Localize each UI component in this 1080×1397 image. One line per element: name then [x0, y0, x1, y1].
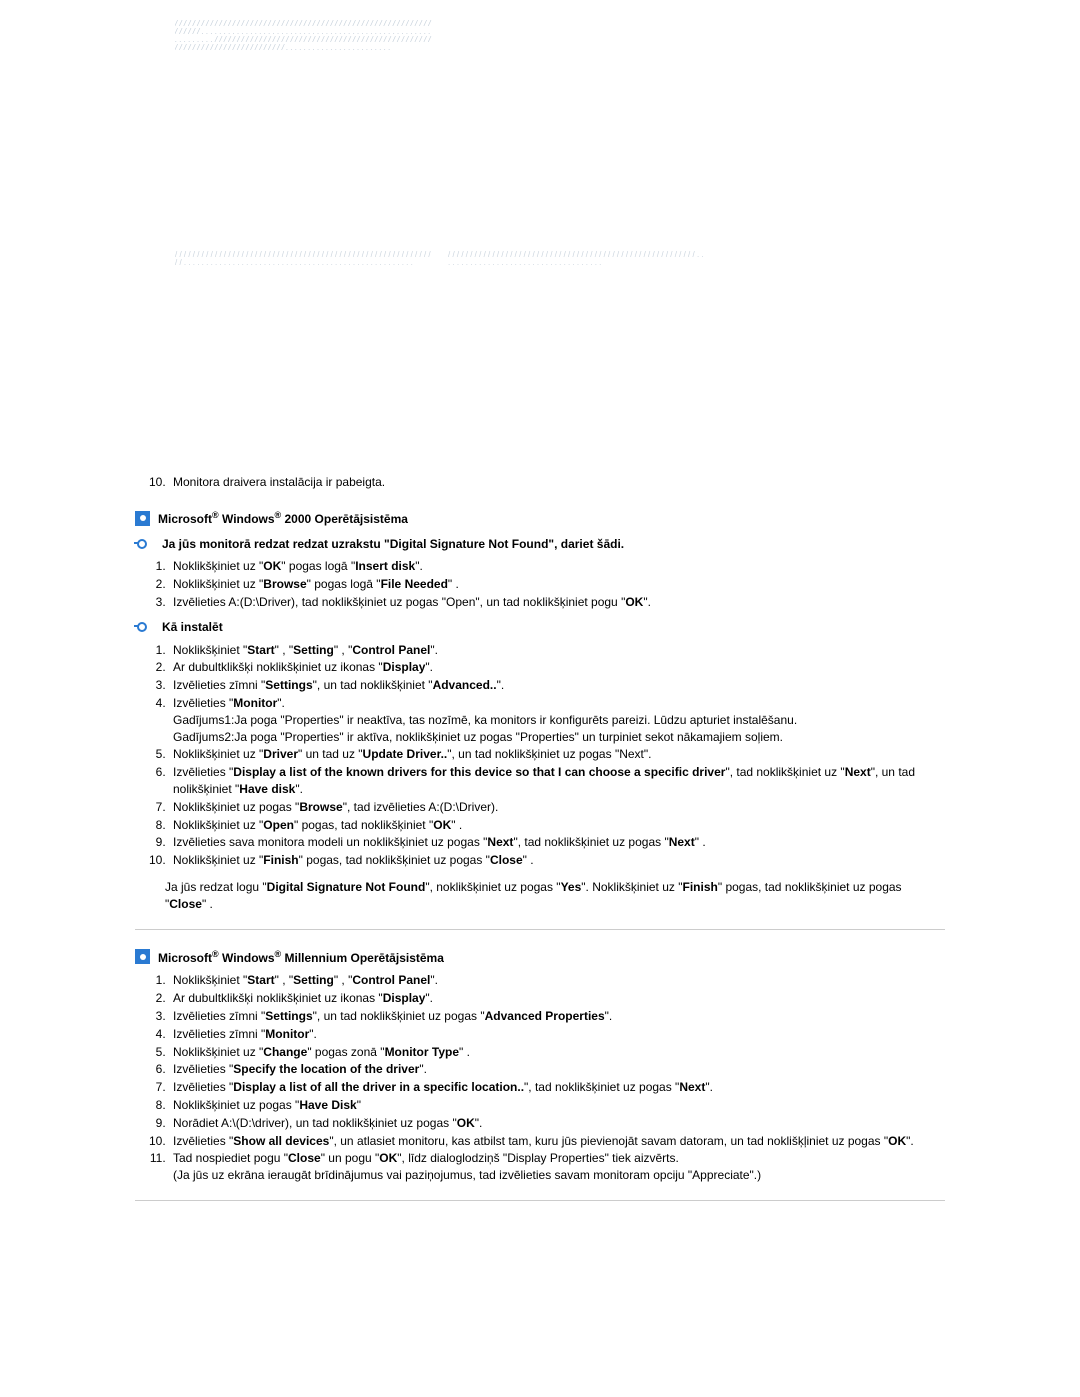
- step-item: Norādiet A:\(D:\driver), un tad noklikšķ…: [169, 1115, 945, 1132]
- step-item: Noklikšķiniet "Start" , "Setting" , "Con…: [169, 972, 945, 989]
- sub-heading-install: Kā instalēt: [135, 619, 945, 636]
- step-item: Izvēlieties zīmni "Settings", un tad nok…: [169, 1008, 945, 1025]
- sub-title: Kā instalēt: [162, 619, 223, 636]
- step-item: Izvēlieties "Display a list of the known…: [169, 764, 945, 798]
- step-item: Izvēlieties "Display a list of all the d…: [169, 1079, 945, 1096]
- section-heading-win2000: Microsoft® Windows® 2000 Operētājsistēma: [135, 509, 945, 528]
- step-item: Izvēlieties sava monitora modeli un nokl…: [169, 834, 945, 851]
- page-content: / / / / / / / / / / / / / / / / / / / / …: [135, 20, 945, 1201]
- screenshot-placeholder: / / / / / / / / / / / / / / / / / / / / …: [175, 20, 433, 235]
- step-item: Noklikšķiniet uz "Finish" pogas, tad nok…: [169, 852, 945, 869]
- section-title: Microsoft® Windows® Millennium Operētājs…: [158, 948, 444, 967]
- section-bullet-icon: [135, 949, 150, 964]
- step-item: Izvēlieties zīmni "Monitor".: [169, 1026, 945, 1043]
- section-title: Microsoft® Windows® 2000 Operētājsistēma: [158, 509, 408, 528]
- sub-heading-signature: Ja jūs monitorā redzat redzat uzrakstu "…: [135, 536, 945, 553]
- step-item: Noklikšķiniet uz "Change" pogas zonā "Mo…: [169, 1044, 945, 1061]
- step-item: Izvēlieties A:(D:\Driver), tad noklikšķi…: [169, 594, 945, 611]
- section-heading-winme: Microsoft® Windows® Millennium Operētājs…: [135, 948, 945, 967]
- me-steps: Noklikšķiniet "Start" , "Setting" , "Con…: [135, 972, 945, 1184]
- signature-steps: Noklikšķiniet uz "OK" pogas logā "Insert…: [135, 558, 945, 610]
- step-item: Tad nospiediet pogu "Close" un pogu "OK"…: [169, 1150, 945, 1184]
- step-item: Ar dubultklikšķi noklikšķiniet uz ikonas…: [169, 990, 945, 1007]
- step-item: Izvēlieties "Specify the location of the…: [169, 1061, 945, 1078]
- image-row-1: / / / / / / / / / / / / / / / / / / / / …: [175, 20, 945, 243]
- step-item: Ar dubultklikšķi noklikšķiniet uz ikonas…: [169, 659, 945, 676]
- ring-icon: [134, 538, 152, 550]
- step-item: Noklikšķiniet uz "Browse" pogas logā "Fi…: [169, 576, 945, 593]
- step10-list: Monitora draivera instalācija ir pabeigt…: [135, 474, 945, 491]
- ring-icon: [134, 621, 152, 633]
- screenshot-placeholder: / / / / / / / / / / / / / / / / / / / / …: [175, 251, 433, 466]
- step-item: Izvēlieties "Monitor".Gadījums1:Ja poga …: [169, 695, 945, 745]
- step-item: Izvēlieties zīmni "Settings", un tad nok…: [169, 677, 945, 694]
- step-item: Noklikšķiniet uz pogas "Browse", tad izv…: [169, 799, 945, 816]
- step-item: Noklikšķiniet uz "Open" pogas, tad nokli…: [169, 817, 945, 834]
- step-item: Noklikšķiniet uz pogas "Have Disk": [169, 1097, 945, 1114]
- image-row-2: / / / / / / / / / / / / / / / / / / / / …: [175, 251, 945, 466]
- install-steps: Noklikšķiniet "Start" , "Setting" , "Con…: [135, 642, 945, 869]
- install-note: Ja jūs redzat logu "Digital Signature No…: [165, 879, 945, 913]
- step-item: Noklikšķiniet uz "OK" pogas logā "Insert…: [169, 558, 945, 575]
- sub-title: Ja jūs monitorā redzat redzat uzrakstu "…: [162, 536, 624, 553]
- step-item: Noklikšķiniet "Start" , "Setting" , "Con…: [169, 642, 945, 659]
- section-bullet-icon: [135, 511, 150, 526]
- screenshot-placeholder: / / / / / / / / / / / / / / / / / / / / …: [448, 251, 706, 466]
- step-item: Noklikšķiniet uz "Driver" un tad uz "Upd…: [169, 746, 945, 763]
- step-item: Izvēlieties "Show all devices", un atlas…: [169, 1133, 945, 1150]
- step-item: Monitora draivera instalācija ir pabeigt…: [169, 474, 945, 491]
- separator: [135, 1200, 945, 1201]
- separator: [135, 929, 945, 930]
